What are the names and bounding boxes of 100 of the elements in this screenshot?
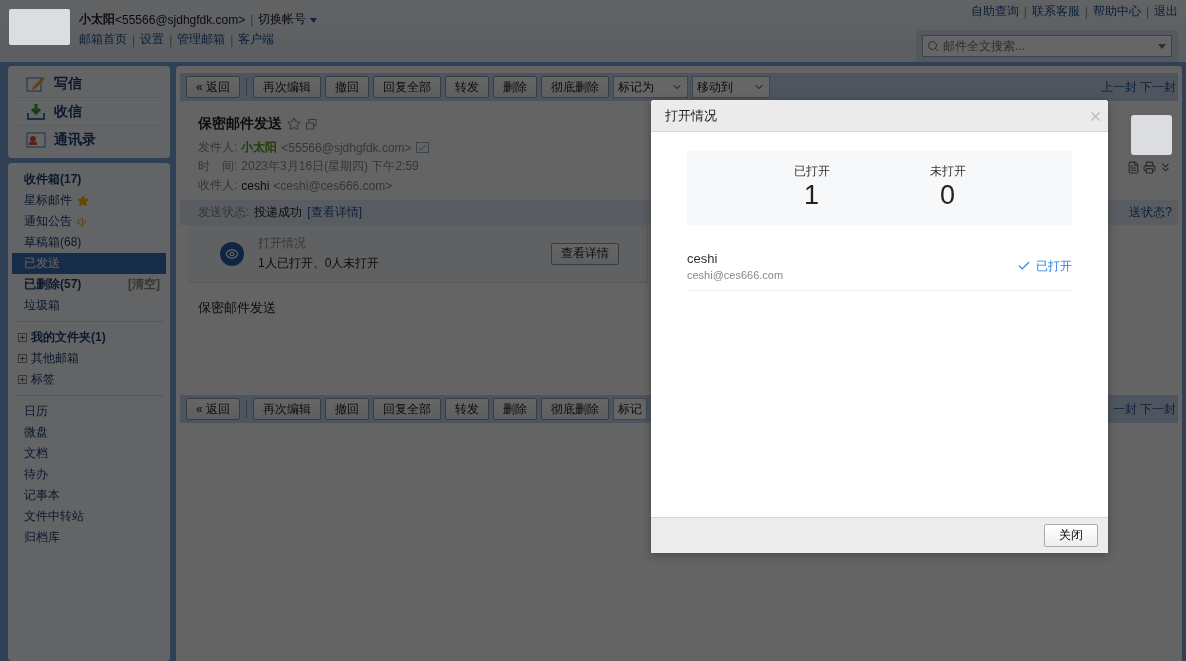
download-tray-icon <box>26 102 46 121</box>
switch-account-link[interactable]: 切换帐号 <box>258 11 317 28</box>
toolbar-button[interactable]: 再次编辑 <box>253 398 321 420</box>
expand-icon[interactable] <box>18 375 27 384</box>
delivery-status: 投递成功 <box>254 204 303 221</box>
user-email: <55566@sjdhgfdk.com> <box>115 12 246 27</box>
app-link[interactable]: 日历 <box>12 401 166 422</box>
toolbar-button[interactable]: 彻底删除 <box>541 76 609 98</box>
search-icon <box>927 40 939 52</box>
toolbar-button[interactable]: 撤回 <box>325 398 369 420</box>
folder-item[interactable]: 通知公告 <box>12 211 166 232</box>
eye-icon <box>220 241 244 266</box>
close-icon <box>1091 111 1100 121</box>
separator: | <box>249 12 255 27</box>
star-toggle-icon[interactable] <box>287 117 301 131</box>
pencil-icon <box>26 74 46 93</box>
view-details-button[interactable]: 查看详情 <box>551 242 619 265</box>
toolbar-button[interactable]: « 返回 <box>186 76 240 98</box>
recipient-name: ceshi <box>241 178 270 193</box>
expand-icon[interactable] <box>18 333 27 342</box>
user-name: 小太阳 <box>79 11 115 26</box>
folder-group[interactable]: 标签 <box>12 369 166 390</box>
folder-group-label: 我的文件夹(1) <box>31 329 106 346</box>
header-link[interactable]: 设置 <box>140 31 165 48</box>
note-icon[interactable] <box>1127 161 1140 174</box>
app-link[interactable]: 记事本 <box>12 485 166 506</box>
separator: | <box>131 32 137 47</box>
printer-icon[interactable] <box>1143 161 1156 174</box>
contact-card-icon <box>26 132 46 148</box>
new-window-icon[interactable] <box>306 118 317 130</box>
app-link[interactable]: 待办 <box>12 464 166 485</box>
app-link[interactable]: 归档库 <box>12 527 166 548</box>
toolbar-button[interactable]: 转发 <box>445 76 489 98</box>
details-link[interactable]: [查看详情] <box>307 204 362 221</box>
folder-group-label: 标签 <box>31 371 55 388</box>
folder-label: 垃圾箱 <box>24 297 60 314</box>
contact-icon[interactable] <box>415 142 429 153</box>
top-link[interactable]: 自助查询 <box>970 3 1019 20</box>
caret-icon <box>1158 44 1166 49</box>
dropdown[interactable]: 标记 <box>613 398 647 420</box>
check-icon <box>1017 259 1031 273</box>
folder-item[interactable]: 草稿箱(68) <box>12 232 166 253</box>
folder-item[interactable]: 垃圾箱 <box>12 295 166 316</box>
dropdown[interactable]: 标记为 <box>613 76 688 98</box>
folder-label: 草稿箱(68) <box>24 234 82 251</box>
avatar-placeholder <box>1131 115 1172 155</box>
recipient-name: ceshi <box>687 251 719 266</box>
more-icon[interactable] <box>1159 161 1172 174</box>
speaker-icon <box>77 215 89 228</box>
help-link[interactable]: 送状态? <box>1129 204 1172 221</box>
separator: | <box>1144 4 1150 19</box>
separator: | <box>1022 4 1028 19</box>
stat-value: 0 <box>940 180 955 211</box>
close-button[interactable]: 关闭 <box>1044 524 1098 547</box>
quick-action[interactable]: 通讯录 <box>16 126 162 154</box>
star-icon <box>77 194 89 207</box>
folder-group[interactable]: 其他邮箱 <box>12 348 166 369</box>
app-link[interactable]: 文件中转站 <box>12 506 166 527</box>
header-link[interactable]: 邮箱首页 <box>79 31 127 48</box>
folder-label: 星标邮件 <box>24 192 72 209</box>
separator: | <box>1083 4 1089 19</box>
toolbar-button[interactable]: 回复全部 <box>373 398 441 420</box>
separator: | <box>229 32 235 47</box>
folder-label: 已发送 <box>24 255 60 272</box>
sender-name: 小太阳 <box>241 139 278 156</box>
app-link[interactable]: 文档 <box>12 443 166 464</box>
toolbar-button[interactable]: 彻底删除 <box>541 398 609 420</box>
folder-item[interactable]: 已发送 <box>12 253 166 274</box>
stat-label: 未打开 <box>929 163 966 180</box>
toolbar-button[interactable]: « 返回 <box>186 398 240 420</box>
header-link[interactable]: 客户端 <box>238 31 275 48</box>
toolbar-button[interactable]: 删除 <box>493 398 537 420</box>
toolbar-button[interactable]: 回复全部 <box>373 76 441 98</box>
top-link[interactable]: 退出 <box>1154 3 1178 20</box>
message-body: 保密邮件发送 <box>198 300 276 315</box>
caret-icon <box>309 18 317 23</box>
quick-action[interactable]: 写信 <box>16 70 162 98</box>
folder-label: 已删除(57) <box>24 276 82 293</box>
folder-item[interactable]: 收件箱(17) <box>12 169 166 190</box>
folder-group-label: 其他邮箱 <box>31 350 79 367</box>
top-link[interactable]: 联系客服 <box>1031 3 1080 20</box>
app-link[interactable]: 微盘 <box>12 422 166 443</box>
folder-label: 通知公告 <box>24 213 72 230</box>
stat-label: 已打开 <box>793 163 830 180</box>
header-link[interactable]: 管理邮箱 <box>177 31 226 48</box>
dialog-title: 打开情况 <box>665 106 717 125</box>
toolbar-button[interactable]: 转发 <box>445 398 489 420</box>
expand-icon[interactable] <box>18 354 27 363</box>
folder-group[interactable]: 我的文件夹(1) <box>12 327 166 348</box>
open-summary: 1人已打开、0人未打开 <box>258 255 381 272</box>
quick-action[interactable]: 收信 <box>16 98 162 126</box>
toolbar-button[interactable]: 再次编辑 <box>253 76 321 98</box>
message-subject: 保密邮件发送 <box>198 115 282 133</box>
toolbar-button[interactable]: 删除 <box>493 76 537 98</box>
open-status: 已打开 <box>1017 257 1072 275</box>
toolbar-button[interactable]: 撤回 <box>325 76 369 98</box>
folder-label: 收件箱(17) <box>24 171 82 188</box>
dropdown[interactable]: 移动到 <box>692 76 770 98</box>
top-link[interactable]: 帮助中心 <box>1092 3 1141 20</box>
folder-item[interactable]: 星标邮件 <box>12 190 166 211</box>
